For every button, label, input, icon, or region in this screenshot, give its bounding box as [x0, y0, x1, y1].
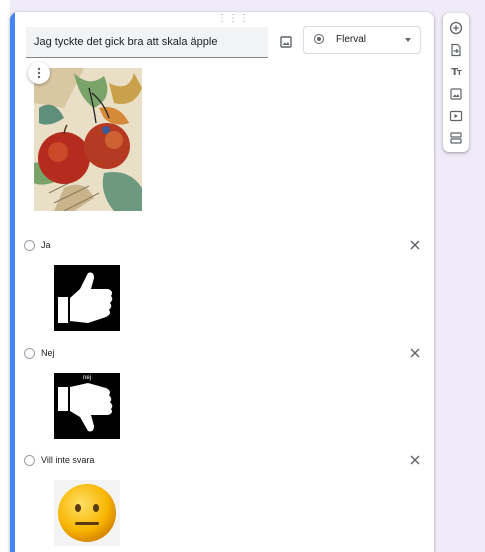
side-toolbar: TT — [443, 13, 469, 152]
add-section-button[interactable] — [447, 129, 465, 147]
import-questions-button[interactable] — [447, 41, 465, 59]
active-card-indicator — [10, 12, 15, 552]
more-vert-icon — [37, 67, 41, 79]
title-icon: TT — [451, 66, 462, 78]
thumbs-down-image: nej — [54, 373, 120, 439]
plus-circle-icon — [449, 21, 463, 35]
question-card[interactable]: ⋮⋮⋮ Jag tyckte det gick bra att skala äp… — [10, 12, 434, 552]
neutral-face-image — [54, 480, 120, 546]
page-margin — [0, 0, 10, 552]
thumbs-up-image — [54, 265, 120, 331]
close-icon[interactable] — [408, 346, 422, 360]
radio-unselected-icon — [24, 455, 35, 466]
radio-selected-icon — [314, 34, 324, 44]
option-label[interactable]: Vill inte svara — [41, 455, 94, 465]
chevron-down-icon — [405, 38, 411, 42]
option-label[interactable]: Nej — [41, 348, 55, 358]
option-row[interactable]: Ja — [24, 238, 422, 254]
radio-unselected-icon — [24, 348, 35, 359]
radio-unselected-icon — [24, 240, 35, 251]
thumbs-down-icon — [54, 373, 120, 439]
image-icon — [280, 36, 292, 48]
video-icon — [449, 110, 463, 122]
image-options-button[interactable] — [28, 62, 50, 84]
add-title-button[interactable]: TT — [447, 63, 465, 81]
import-icon — [451, 43, 461, 57]
question-type-label: Flerval — [336, 34, 367, 45]
close-icon[interactable] — [408, 453, 422, 467]
option-label[interactable]: Ja — [41, 240, 51, 250]
question-type-dropdown[interactable]: Flerval — [303, 26, 421, 54]
image-caption: nej — [82, 375, 91, 381]
option-row[interactable]: Nej — [24, 346, 422, 362]
add-image-button[interactable] — [274, 30, 298, 54]
add-image-button[interactable] — [447, 85, 465, 103]
add-question-button[interactable] — [447, 19, 465, 37]
close-icon[interactable] — [408, 238, 422, 252]
apples-photo — [34, 68, 142, 211]
drag-handle-icon[interactable]: ⋮⋮⋮ — [217, 14, 250, 24]
question-title-input[interactable]: Jag tyckte det gick bra att skala äpple — [26, 27, 268, 58]
question-image — [28, 62, 142, 211]
image-icon — [450, 88, 462, 100]
add-video-button[interactable] — [447, 107, 465, 125]
option-row[interactable]: Vill inte svara — [24, 453, 422, 469]
section-icon — [450, 132, 462, 144]
